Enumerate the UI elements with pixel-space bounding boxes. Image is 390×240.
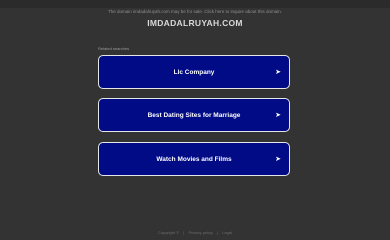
arrow-right-icon: ➤ [275,69,281,76]
footer: Copyright © | Privacy policy | Legal [0,230,390,236]
footer-legal-link[interactable]: Legal [222,230,232,235]
related-link-llc-company[interactable]: Llc Company ➤ [98,55,290,89]
related-link-label: Watch Movies and Films [156,155,232,163]
sale-notice-link[interactable]: The domain imdadalruyah.com may be for s… [108,9,282,14]
footer-privacy-link[interactable]: Privacy policy [188,230,212,235]
domain-title: IMDADALRUYAH.COM [147,18,243,28]
related-link-label: Best Dating Sites for Marriage [147,111,241,119]
topbar: The domain imdadalruyah.com may be for s… [0,0,390,14]
related-link-label: Llc Company [173,68,215,76]
related-searches-label: Related searches [98,46,130,51]
arrow-right-icon: ➤ [275,156,281,163]
footer-separator: | [183,230,185,235]
footer-separator: | [217,230,219,235]
related-link-watch-movies[interactable]: Watch Movies and Films ➤ [98,142,290,176]
related-link-dating-sites[interactable]: Best Dating Sites for Marriage ➤ [98,98,290,132]
arrow-right-icon: ➤ [275,112,281,119]
footer-copyright: Copyright © [157,230,180,235]
